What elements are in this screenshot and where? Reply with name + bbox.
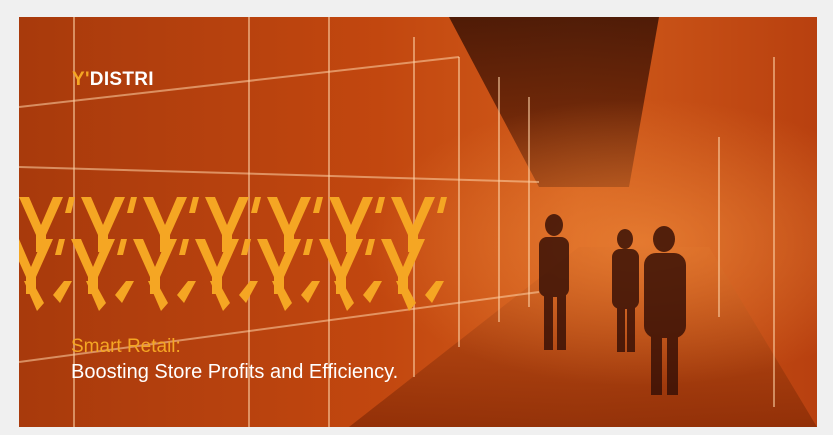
logo-text: DISTRI bbox=[89, 69, 154, 90]
logo-mark: Y' bbox=[72, 69, 90, 90]
ydistri-logo: Y'DISTRI bbox=[72, 69, 154, 91]
headline-title: Smart Retail: bbox=[71, 336, 181, 357]
headline: Smart Retail: Boosting Store Profits and… bbox=[71, 335, 671, 385]
headline-subtitle: Boosting Store Profits and Efficiency. bbox=[71, 361, 399, 383]
hero-banner: Y'DISTRI Smart Retail: Boosting Store Pr… bbox=[19, 17, 817, 427]
screenshot-frame: Y'DISTRI Smart Retail: Boosting Store Pr… bbox=[0, 0, 833, 435]
